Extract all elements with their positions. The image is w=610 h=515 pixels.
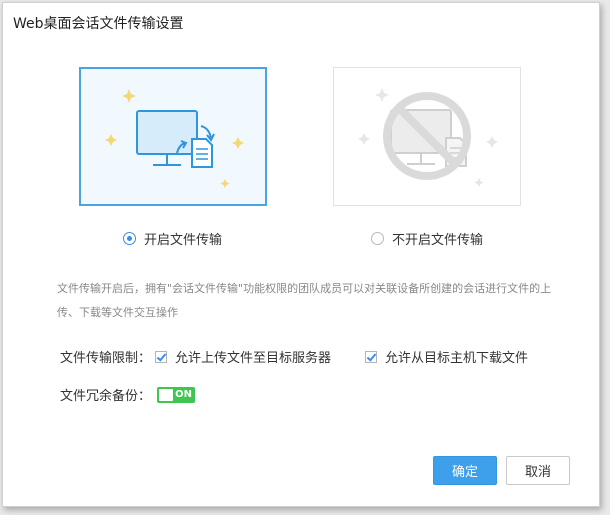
enable-transfer-card[interactable]	[79, 67, 267, 206]
cancel-button[interactable]: 取消	[506, 456, 570, 485]
allow-download-label: 允许从目标主机下载文件	[385, 351, 529, 366]
disable-transfer-card[interactable]	[333, 67, 521, 206]
monitor-prohibited-icon	[358, 88, 498, 187]
backup-row: 文件冗余备份： ON	[60, 385, 196, 404]
allow-upload-checkbox[interactable]: 允许上传文件至目标服务器	[155, 347, 331, 366]
allow-download-check-icon[interactable]	[365, 350, 378, 363]
transfer-description: 文件传输开启后，拥有"会话文件传输"功能权限的团队成员可以对关联设备所创建的会话…	[57, 282, 552, 319]
transfer-restriction-row: 文件传输限制： 允许上传文件至目标服务器 允许从目标主机下载文件	[60, 347, 528, 366]
radio-disable-transfer[interactable]: 不开启文件传输	[371, 229, 483, 248]
allow-download-checkbox[interactable]: 允许从目标主机下载文件	[365, 347, 528, 366]
radio-disable-indicator[interactable]	[371, 232, 384, 245]
backup-toggle[interactable]: ON	[157, 386, 196, 403]
radio-disable-label: 不开启文件传输	[392, 233, 484, 248]
backup-label: 文件冗余备份：	[60, 389, 152, 404]
radio-enable-transfer[interactable]: 开启文件传输	[123, 229, 222, 248]
confirm-button[interactable]: 确定	[433, 456, 497, 485]
transfer-restriction-label: 文件传输限制：	[60, 351, 152, 366]
allow-upload-label: 允许上传文件至目标服务器	[175, 351, 332, 366]
toggle-on-text: ON	[175, 388, 193, 400]
allow-upload-check-icon[interactable]	[155, 350, 168, 363]
dialog-title: Web桌面会话文件传输设置	[13, 16, 184, 32]
radio-enable-indicator[interactable]	[123, 232, 136, 245]
radio-enable-label: 开启文件传输	[144, 233, 223, 248]
monitor-file-transfer-icon	[105, 89, 244, 188]
toggle-knob	[159, 388, 174, 401]
file-transfer-settings-dialog: Web桌面会话文件传输设置 开启文件传输 不开启文件传输 文件传输开启后，拥有"…	[2, 2, 600, 507]
